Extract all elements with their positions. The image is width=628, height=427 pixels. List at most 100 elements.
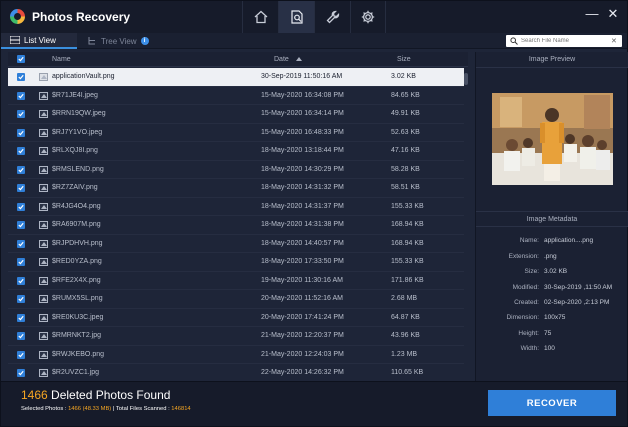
- row-checkbox[interactable]: [17, 128, 25, 137]
- row-checkbox[interactable]: [17, 184, 25, 192]
- file-row[interactable]: $RE0KU3C.jpeg 20-May-2020 17:41:24 PM 64.8…: [8, 309, 468, 327]
- scanned-label: Total Files Scanned :: [115, 406, 172, 412]
- preview-panel: Image Preview Image Metadata Name: appli…: [475, 52, 628, 381]
- image-file-icon: [39, 147, 48, 155]
- minimize-button[interactable]: —: [585, 7, 599, 21]
- file-size: 49.91 KB: [391, 110, 420, 117]
- file-row[interactable]: $RED0YZA.png 18-May-2020 17:33:50 PM 155.3…: [8, 253, 468, 272]
- list-header: Name Date Size: [8, 52, 468, 67]
- metadata-value: .png: [544, 253, 557, 260]
- row-checkbox[interactable]: [17, 147, 25, 155]
- search-input[interactable]: [521, 38, 607, 44]
- image-file-icon: [39, 73, 48, 81]
- file-size: 168.94 KB: [391, 221, 424, 228]
- scan-tab[interactable]: [278, 1, 314, 33]
- row-checkbox[interactable]: [17, 369, 25, 377]
- check-icon: [18, 167, 24, 172]
- scrollbar-thumb[interactable]: [464, 73, 468, 85]
- file-row[interactable]: $RJPDHVH.png 18-May-2020 14:40:57 PM 168.9…: [8, 235, 468, 253]
- file-row[interactable]: $RLXQJ8I.png 18-May-2020 13:18:44 PM 47.16…: [8, 142, 468, 161]
- info-icon[interactable]: i: [140, 37, 149, 45]
- check-icon: [18, 130, 24, 135]
- file-size: 43.96 KB: [391, 332, 420, 339]
- search-box: ✕: [506, 35, 622, 47]
- file-row[interactable]: $R71JE4I.jpeg 15-May-2020 16:34:08 PM 84.6…: [8, 87, 468, 105]
- image-file-icon: [39, 350, 48, 359]
- clear-search-icon[interactable]: ✕: [611, 37, 617, 45]
- tools-tab[interactable]: [314, 1, 350, 33]
- row-checkbox[interactable]: [17, 258, 25, 266]
- file-row[interactable]: $R2UVZC1.jpg 22-May-2020 14:26:32 PM 110.6…: [8, 364, 468, 381]
- app-title: Photos Recovery: [32, 10, 131, 24]
- row-checkbox[interactable]: [17, 313, 25, 322]
- row-checkbox[interactable]: [17, 350, 25, 359]
- image-preview-title: Image Preview: [476, 52, 628, 68]
- scan-stats: Selected Photos : 1466 (48.33 MB) | Tota…: [21, 406, 191, 412]
- column-name[interactable]: Name: [52, 56, 71, 63]
- select-all-checkbox[interactable]: [17, 55, 25, 63]
- row-checkbox[interactable]: [17, 110, 25, 118]
- metadata-value: 02-Sep-2020 ,2:13 PM: [544, 299, 610, 306]
- row-checkbox[interactable]: [17, 332, 25, 340]
- file-row[interactable]: $RMRNKT2.jpg 21-May-2020 12:20:37 PM 43.96…: [8, 327, 468, 346]
- row-checkbox[interactable]: [17, 73, 25, 81]
- file-date: 20-May-2020 17:41:24 PM: [261, 313, 344, 321]
- row-checkbox[interactable]: [17, 239, 25, 248]
- file-date: 18-May-2020 14:31:37 PM: [261, 202, 344, 210]
- file-rows: applicationVault.png 30-Sep-2019 11:50:16…: [8, 68, 468, 381]
- row-checkbox[interactable]: [17, 276, 25, 285]
- list-scrollbar[interactable]: [464, 67, 468, 380]
- check-icon: [18, 333, 24, 339]
- found-label: Deleted Photos Found: [47, 388, 171, 402]
- check-icon: [18, 111, 24, 117]
- file-row[interactable]: applicationVault.png 30-Sep-2019 11:50:16…: [8, 68, 468, 87]
- check-icon: [18, 370, 24, 376]
- file-row[interactable]: $RA6907M.png 18-May-2020 14:31:38 PM 168.9…: [8, 216, 468, 235]
- image-file-icon: [39, 239, 48, 248]
- column-date[interactable]: Date: [274, 56, 302, 63]
- file-row[interactable]: $RJ7Y1VO.jpeg 15-May-2020 16:48:33 PM 52.6…: [8, 124, 468, 142]
- file-row[interactable]: $R4JG4O4.png 18-May-2020 14:31:37 PM 155.3…: [8, 198, 468, 216]
- file-row[interactable]: $RFE2X4X.png 19-May-2020 11:30:16 AM 171.8…: [8, 272, 468, 290]
- list-view-tab[interactable]: List View: [1, 33, 77, 49]
- file-row[interactable]: $RZ7ZAIV.png 18-May-2020 14:31:32 PM 58.51…: [8, 179, 468, 198]
- row-checkbox[interactable]: [17, 202, 25, 211]
- image-file-icon: [39, 369, 48, 377]
- image-file-icon: [39, 165, 48, 174]
- row-checkbox[interactable]: [17, 91, 25, 100]
- metadata-row: Dimension: 100x75: [476, 314, 628, 328]
- row-checkbox[interactable]: [17, 295, 25, 303]
- close-button[interactable]: ✕: [606, 7, 620, 21]
- file-size: 155.33 KB: [391, 258, 424, 265]
- file-row[interactable]: $RWJKEBO.png 21-May-2020 12:24:03 PM 1.23 …: [8, 346, 468, 364]
- metadata-row: Height: 75: [476, 330, 628, 344]
- metadata-row: Created: 02-Sep-2020 ,2:13 PM: [476, 299, 628, 313]
- file-name: $RUMX5SL.png: [52, 295, 103, 302]
- row-checkbox[interactable]: [17, 221, 25, 229]
- settings-tab[interactable]: [350, 1, 386, 33]
- file-name: $RMRNKT2.jpg: [52, 332, 102, 339]
- check-icon: [18, 278, 24, 283]
- check-icon: [18, 259, 24, 265]
- file-row[interactable]: $RRN19QW.jpeg 15-May-2020 16:34:14 PM 49.9…: [8, 105, 468, 124]
- file-date: 19-May-2020 11:30:16 AM: [261, 276, 343, 284]
- file-row[interactable]: $RUMX5SL.png 20-May-2020 11:52:16 AM 2.68 …: [8, 290, 468, 309]
- tree-view-tab[interactable]: Tree View i: [87, 33, 149, 49]
- file-size: 171.86 KB: [391, 276, 424, 284]
- file-name: applicationVault.png: [52, 73, 115, 80]
- recover-button[interactable]: RECOVER: [488, 390, 616, 416]
- image-file-icon: [39, 110, 48, 118]
- file-row[interactable]: $RMSLEND.png 18-May-2020 14:30:29 PM 58.28…: [8, 161, 468, 179]
- home-tab[interactable]: [242, 1, 278, 33]
- column-size[interactable]: Size: [397, 56, 411, 63]
- sort-ascending-icon: [295, 57, 302, 61]
- file-name: $RRN19QW.jpeg: [52, 110, 106, 117]
- file-size: 1.23 MB: [391, 350, 418, 358]
- check-icon: [18, 204, 24, 209]
- file-name: $RJPDHVH.png: [52, 239, 103, 247]
- image-file-icon: [39, 258, 48, 266]
- file-name: $RFE2X4X.png: [52, 276, 101, 284]
- metadata-row: Size: 3.02 KB: [476, 268, 628, 282]
- row-checkbox[interactable]: [17, 165, 25, 174]
- metadata-key: Size:: [524, 268, 539, 275]
